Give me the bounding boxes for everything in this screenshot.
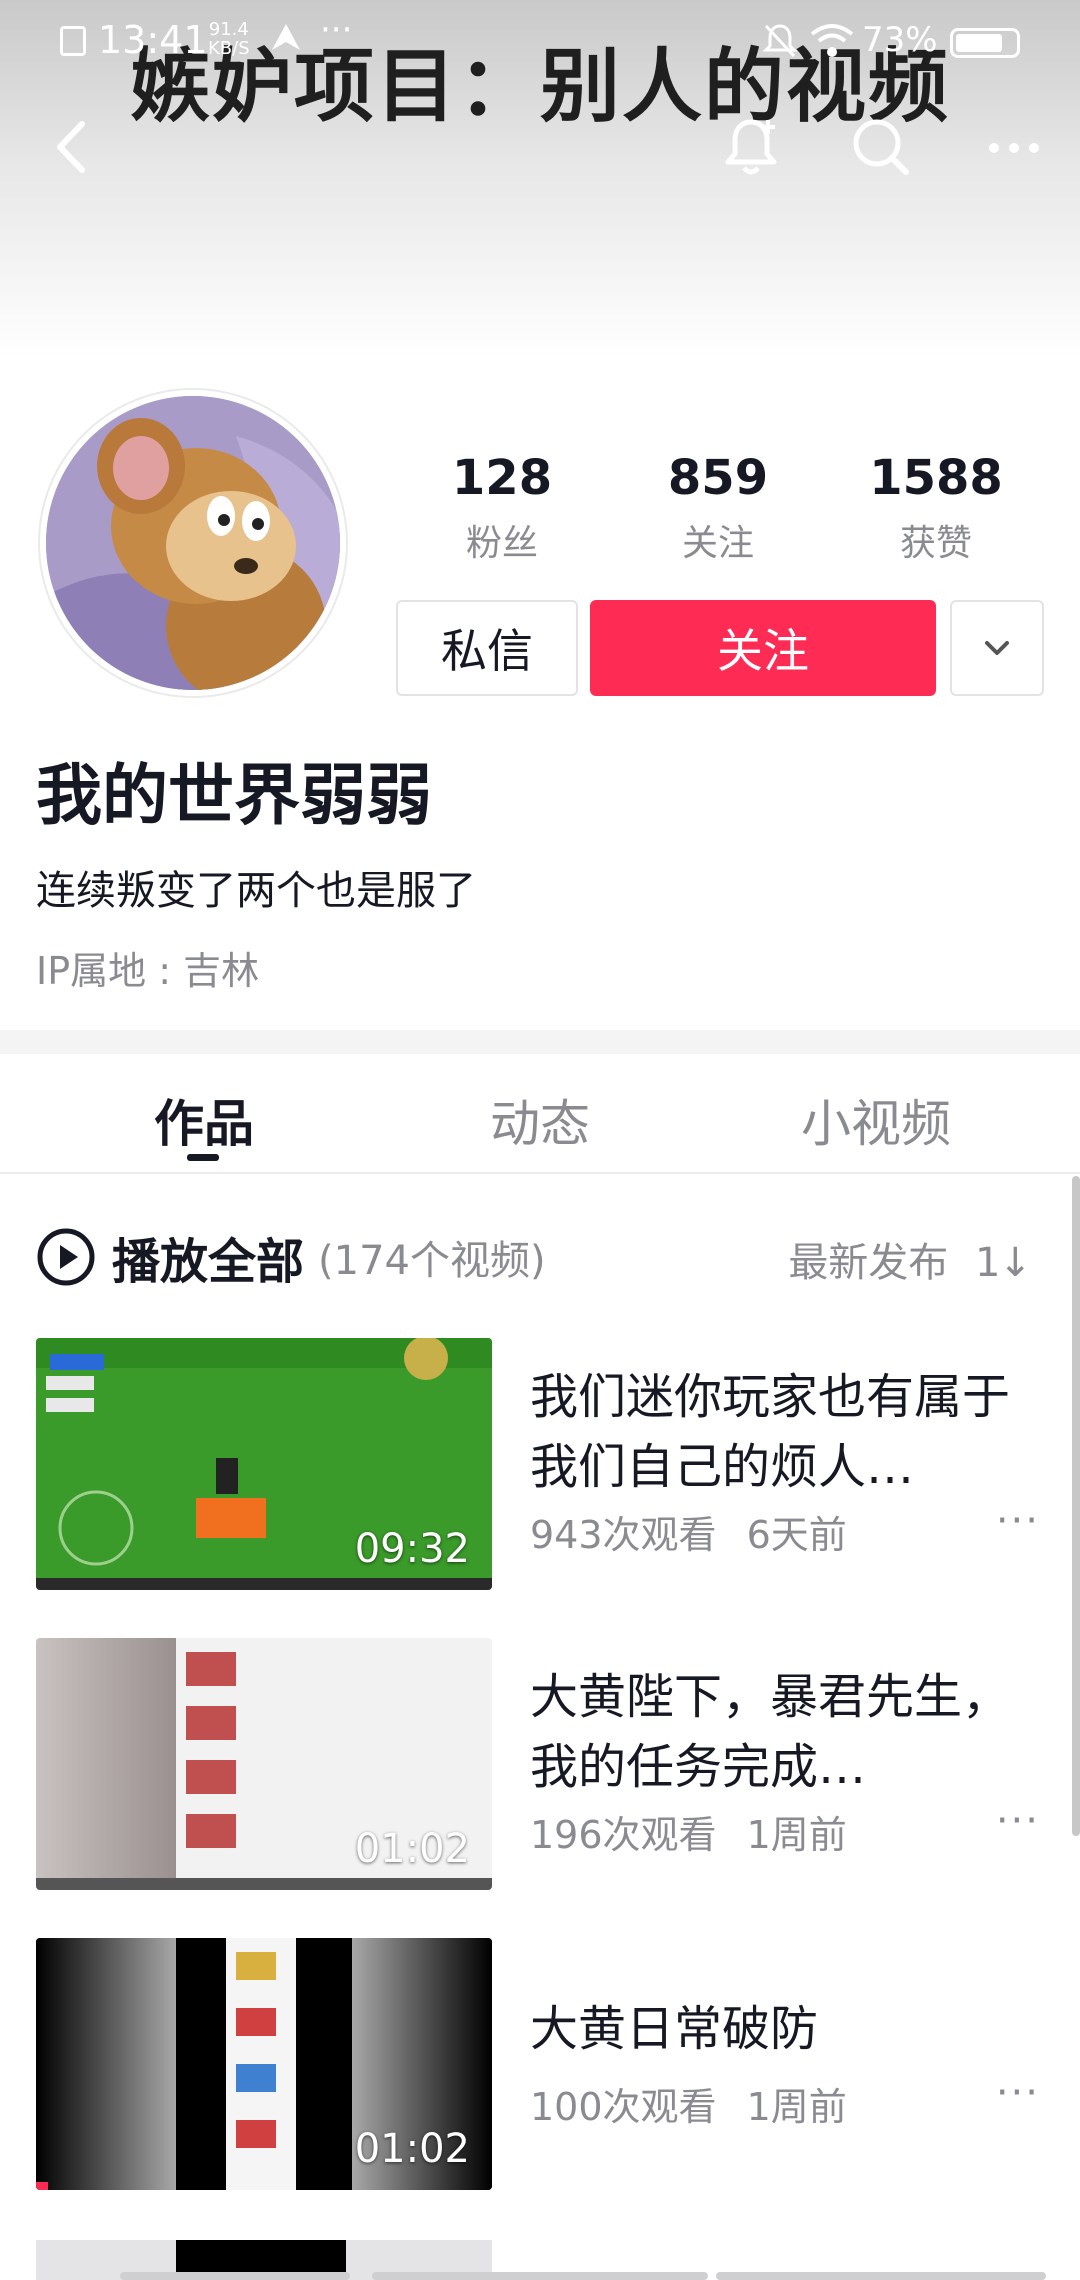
stat-value: 128 <box>451 450 553 506</box>
section-divider <box>0 1030 1080 1054</box>
play-all-button[interactable]: 播放全部 (174个视频) <box>36 1222 546 1292</box>
bottom-indicator <box>716 2272 1046 2280</box>
more-horizontal-icon <box>989 143 1039 153</box>
message-button[interactable]: 私信 <box>396 600 578 696</box>
video-views: 943次观看 <box>530 1513 717 1557</box>
stat-label: 粉丝 <box>465 523 538 564</box>
video-views: 100次观看 <box>530 2085 717 2129</box>
video-duration: 09:32 <box>354 1526 470 1572</box>
bottom-indicator <box>120 2272 350 2280</box>
stat-value: 859 <box>667 450 769 506</box>
video-time: 6天前 <box>746 1513 847 1557</box>
video-meta: 943次观看 6天前 <box>530 1504 847 1559</box>
sort-label: 最新发布 <box>788 1240 949 1286</box>
video-count: (174个视频) <box>318 1238 546 1284</box>
back-button[interactable] <box>38 112 108 182</box>
profile-name: 我的世界弱弱 <box>36 757 432 834</box>
status-bar: 13:41 91.4 KB/S ··· 73% <box>0 0 1080 80</box>
profile-bio: 连续叛变了两个也是服了 <box>36 868 476 914</box>
wifi-icon <box>810 24 854 57</box>
net-speed-value: 91.4 <box>208 19 249 40</box>
video-duration: 01:02 <box>354 1826 470 1872</box>
bell-add-icon <box>725 119 777 175</box>
stat-likes[interactable]: 1588 获赞 <box>856 450 1016 566</box>
video-meta: 196次观看 1周前 <box>530 1804 847 1859</box>
video-views: 196次观看 <box>530 1813 717 1857</box>
stat-label: 关注 <box>681 523 754 564</box>
video-more-button[interactable]: ··· <box>996 2070 1040 2116</box>
video-time: 1周前 <box>746 1813 847 1857</box>
stat-following[interactable]: 859 关注 <box>638 450 798 566</box>
ip-location: IP属地 : 吉林 <box>36 949 260 993</box>
content-tabs: 作品 动态 小视频 <box>0 1054 1080 1174</box>
stat-value: 1588 <box>869 450 1003 506</box>
chevron-down-icon <box>985 641 1009 655</box>
video-meta: 100次观看 1周前 <box>530 2076 847 2131</box>
video-duration: 01:02 <box>354 2126 470 2172</box>
signal-arrow-icon <box>272 24 300 50</box>
video-time: 1周前 <box>746 2085 847 2129</box>
tab-works[interactable]: 作品 <box>36 1084 372 1156</box>
mute-icon <box>762 24 798 58</box>
active-tab-indicator <box>187 1154 219 1161</box>
video-more-button[interactable]: ··· <box>996 1498 1040 1544</box>
battery-percent: 73% <box>862 20 938 60</box>
search-button[interactable] <box>846 112 916 182</box>
play-all-label: 播放全部 <box>112 1234 305 1290</box>
video-more-button[interactable]: ··· <box>996 1798 1040 1844</box>
avatar[interactable] <box>40 390 346 696</box>
video-thumbnail[interactable]: 09:32 <box>36 1338 492 1590</box>
search-icon <box>853 119 909 175</box>
stat-label: 获赞 <box>899 523 972 564</box>
sort-icon: 1↓ <box>975 1240 1032 1286</box>
tab-short-videos[interactable]: 小视频 <box>708 1084 1044 1156</box>
more-status-icon: ··· <box>320 10 353 50</box>
notification-icon <box>60 26 86 56</box>
video-title: 大黄日常破防 <box>530 2001 819 2057</box>
video-thumbnail[interactable]: 01:02 <box>36 1938 492 2190</box>
video-title: 大黄陛下，暴君先生， 我的任务完成… <box>530 1669 1011 1795</box>
follow-button[interactable]: 关注 <box>590 600 936 696</box>
stat-followers[interactable]: 128 粉丝 <box>422 450 582 566</box>
avatar-mouse-image <box>46 396 340 690</box>
recommend-dropdown-button[interactable] <box>950 600 1044 696</box>
video-item[interactable]: 01:02 大黄日常破防 100次观看 1周前 ··· <box>0 1938 1080 2194</box>
notify-button[interactable] <box>716 112 786 182</box>
sort-button[interactable]: 最新发布 1↓ <box>788 1230 1032 1288</box>
video-item[interactable]: 01:02 大黄陛下，暴君先生， 我的任务完成… 196次观看 1周前 ··· <box>0 1638 1080 1894</box>
video-title: 我们迷你玩家也有属于我们自己的烦人… <box>530 1369 1011 1495</box>
chevron-left-icon <box>57 121 85 173</box>
video-thumbnail[interactable]: 01:02 <box>36 1638 492 1890</box>
status-time: 13:41 <box>98 18 208 62</box>
play-circle-icon <box>37 1228 95 1286</box>
tab-activity[interactable]: 动态 <box>372 1084 708 1156</box>
net-speed-unit: KB/S <box>208 38 250 59</box>
bottom-indicator <box>372 2272 708 2280</box>
battery-icon <box>950 28 1020 58</box>
net-speed: 91.4 KB/S <box>208 20 250 58</box>
more-button[interactable] <box>980 112 1050 182</box>
video-item[interactable]: 09:32 我们迷你玩家也有属于我们自己的烦人… 943次观看 6天前 ··· <box>0 1338 1080 1594</box>
scrollbar[interactable] <box>1072 1176 1080 1836</box>
